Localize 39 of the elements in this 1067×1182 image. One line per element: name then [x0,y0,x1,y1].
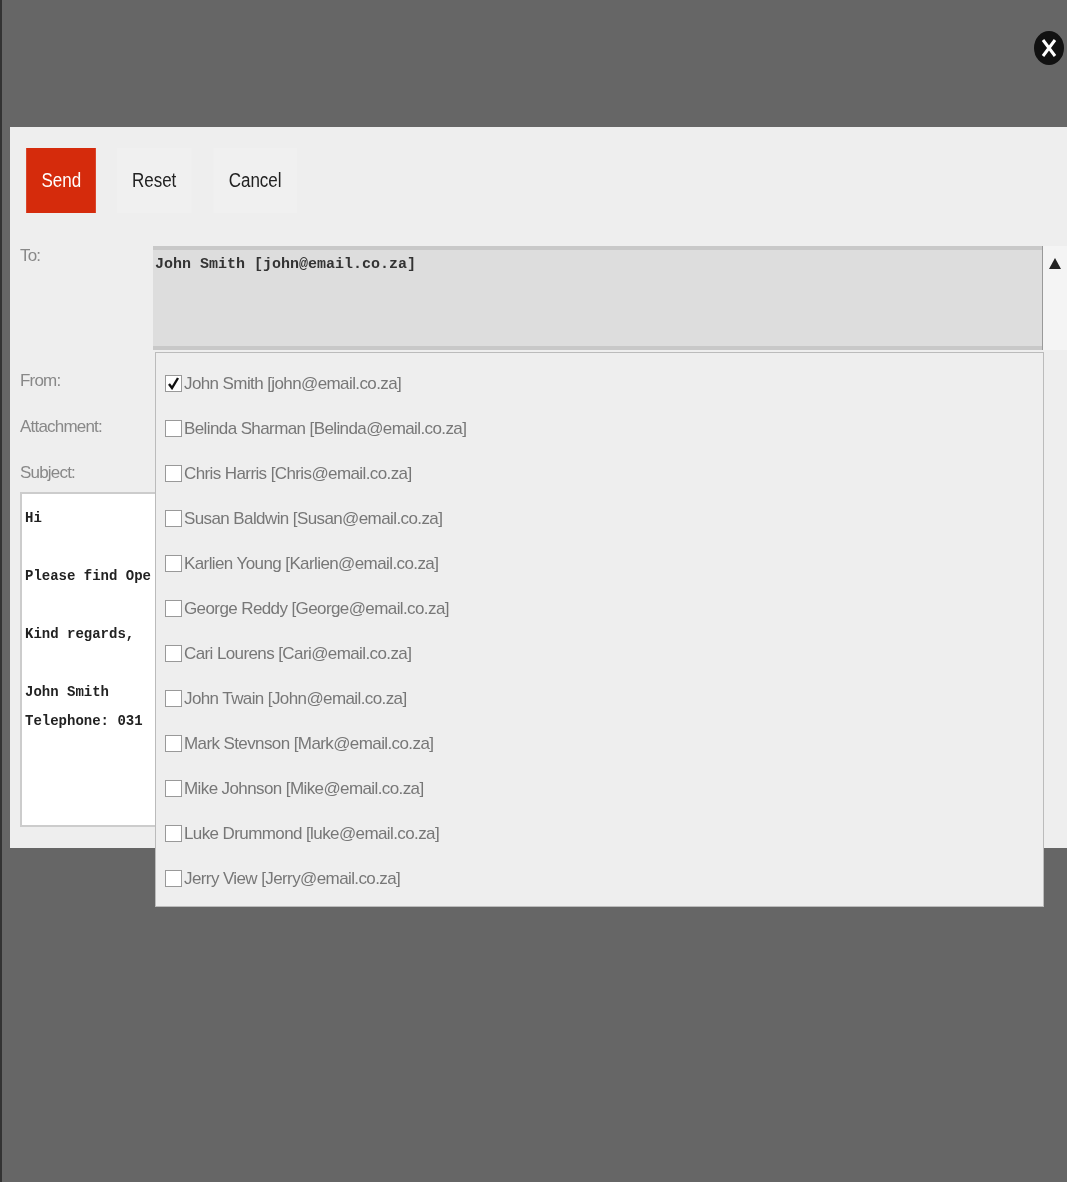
checkbox[interactable] [165,690,182,707]
send-button[interactable]: Send [26,148,96,213]
recipient-label[interactable]: Cari Lourens [Cari@email.co.za] [184,643,412,664]
close-icon[interactable] [1033,30,1065,66]
checkbox[interactable] [165,510,182,527]
recipient-label[interactable]: Karlien Young [Karlien@email.co.za] [184,553,439,574]
checkbox[interactable] [165,870,182,887]
checkbox[interactable] [165,645,182,662]
message-line: John Smith [25,683,109,702]
checkbox[interactable] [165,825,182,842]
checkbox[interactable] [165,420,182,437]
recipient-label[interactable]: Mike Johnson [Mike@email.co.za] [184,778,424,799]
checkbox[interactable] [165,465,182,482]
field-label: Subject: [20,463,77,483]
message-line: Please find Ope [25,567,152,586]
checkbox[interactable] [165,555,182,572]
recipient-label[interactable]: Jerry View [Jerry@email.co.za] [184,868,401,889]
recipient-label[interactable]: Mark Stevnson [Mark@email.co.za] [184,733,434,754]
message-line: Hi [25,509,42,528]
field-label: Attachment: [20,417,103,437]
recipient-label[interactable]: George Reddy [George@email.co.za] [184,598,449,619]
checkbox[interactable] [165,375,182,392]
recipient-label[interactable]: Belinda Sharman [Belinda@email.co.za] [184,418,467,439]
field-label: To: [20,246,42,267]
message-field[interactable]: Hi Please find Ope Kind regards, John Smith Telephone: 031 [20,492,155,827]
field-label: From: [20,371,62,391]
checkbox[interactable] [165,780,182,797]
recipient-label[interactable]: John Twain [John@email.co.za] [184,688,407,709]
recipient-label[interactable]: John Smith [john@email.co.za] [184,373,402,394]
checkbox[interactable] [165,600,182,617]
scroll-up-icon[interactable] [1049,258,1061,269]
message-line: Kind regards, [25,625,135,644]
message-line: Telephone: 031 [25,712,143,731]
recipient-label[interactable]: Luke Drummond [luke@email.co.za] [184,823,440,844]
recipient-label[interactable]: Chris Harris [Chris@email.co.za] [184,463,412,484]
recipient-label[interactable]: Susan Baldwin [Susan@email.co.za] [184,508,443,529]
checkbox[interactable] [165,735,182,752]
to-field[interactable]: John Smith [john@email.co.za] [153,246,1042,350]
scrollbar[interactable] [1042,246,1067,350]
